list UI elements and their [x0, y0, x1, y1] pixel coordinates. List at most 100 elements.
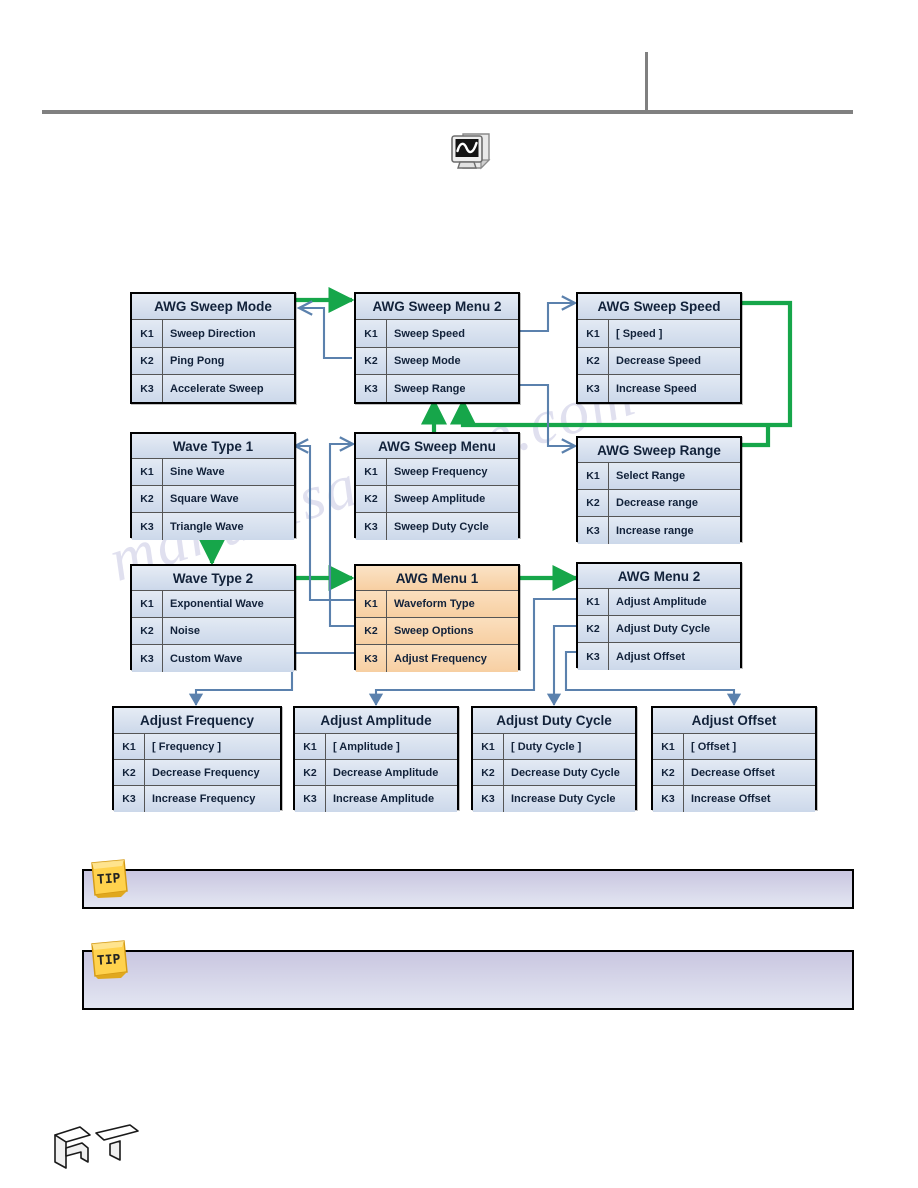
menu-row[interactable]: K2 Sweep Mode [356, 348, 518, 375]
menu-row[interactable]: K3 Adjust Offset [578, 643, 740, 670]
menu-row-key: K3 [132, 513, 163, 540]
menu-row[interactable]: K1 [ Frequency ] [114, 734, 280, 760]
menu-box-adjust-amplitude[interactable]: Adjust Amplitude K1 [ Amplitude ] K2 Dec… [293, 706, 459, 812]
menu-box-title: AWG Sweep Range [578, 438, 740, 463]
menu-box-awg-menu-1[interactable]: AWG Menu 1 K1 Waveform Type K2 Sweep Opt… [354, 564, 520, 672]
menu-row-key: K2 [114, 760, 145, 785]
svg-text:TIP: TIP [97, 871, 122, 888]
menu-row-key: K1 [473, 734, 504, 759]
menu-row-key: K2 [132, 348, 163, 374]
menu-row[interactable]: K1 [ Amplitude ] [295, 734, 457, 760]
menu-row[interactable]: K3 Increase Speed [578, 375, 740, 402]
menu-row-key: K1 [578, 463, 609, 489]
menu-box-awg-sweep-menu[interactable]: AWG Sweep Menu K1 Sweep Frequency K2 Swe… [354, 432, 520, 540]
menu-row-label: Triangle Wave [170, 520, 244, 533]
menu-row[interactable]: K2 Decrease range [578, 490, 740, 517]
menu-row[interactable]: K1 Sweep Frequency [356, 459, 518, 486]
menu-row[interactable]: K2 Decrease Duty Cycle [473, 760, 635, 786]
menu-row-key: K2 [578, 616, 609, 642]
menu-row[interactable]: K1 Select Range [578, 463, 740, 490]
menu-row[interactable]: K1 [ Offset ] [653, 734, 815, 760]
menu-row[interactable]: K1 Sweep Direction [132, 320, 294, 348]
menu-row-key: K1 [356, 591, 387, 617]
menu-row-label: Exponential Wave [170, 598, 264, 610]
menu-box-title: AWG Menu 1 [356, 566, 518, 591]
menu-row[interactable]: K3 Increase Duty Cycle [473, 786, 635, 812]
menu-box-title: Wave Type 1 [132, 434, 294, 459]
menu-row[interactable]: K3 Custom Wave [132, 645, 294, 672]
menu-row[interactable]: K3 Increase Offset [653, 786, 815, 812]
menu-row-label: Sweep Mode [394, 355, 461, 367]
menu-row-key: K1 [356, 459, 387, 485]
menu-row[interactable]: K3 Accelerate Sweep [132, 375, 294, 402]
menu-row-label: Decrease Offset [691, 766, 775, 779]
menu-row-key: K3 [578, 375, 609, 402]
menu-row[interactable]: K3 Sweep Range [356, 375, 518, 402]
menu-row[interactable]: K2 Sweep Options [356, 618, 518, 645]
menu-row[interactable]: K2 Sweep Amplitude [356, 486, 518, 513]
menu-row-label: Accelerate Sweep [170, 382, 264, 395]
menu-row-key: K1 [578, 589, 609, 615]
menu-box-title: Adjust Frequency [114, 708, 280, 734]
rt-logo [52, 1122, 144, 1170]
menu-box-awg-sweep-speed[interactable]: AWG Sweep Speed K1 [ Speed ] K2 Decrease… [576, 292, 742, 404]
menu-row[interactable]: K1 [ Duty Cycle ] [473, 734, 635, 760]
menu-row-key: K1 [132, 320, 163, 347]
menu-row[interactable]: K2 Adjust Duty Cycle [578, 616, 740, 643]
menu-row[interactable]: K2 Noise [132, 618, 294, 645]
menu-row[interactable]: K1 Exponential Wave [132, 591, 294, 618]
menu-row[interactable]: K2 Decrease Offset [653, 760, 815, 786]
menu-row-label: Sweep Range [394, 382, 466, 395]
menu-row-key: K1 [114, 734, 145, 759]
menu-row-label: Sweep Frequency [394, 466, 488, 478]
menu-box-title: AWG Sweep Mode [132, 294, 294, 320]
menu-row[interactable]: K3 Increase Frequency [114, 786, 280, 812]
menu-box-adjust-duty-cycle[interactable]: Adjust Duty Cycle K1 [ Duty Cycle ] K2 D… [471, 706, 637, 812]
menu-row[interactable]: K2 Ping Pong [132, 348, 294, 375]
menu-row[interactable]: K1 Sine Wave [132, 459, 294, 486]
menu-row-key: K3 [473, 786, 504, 812]
menu-row-key: K1 [295, 734, 326, 759]
menu-row[interactable]: K3 Increase Amplitude [295, 786, 457, 812]
menu-row-key: K3 [578, 643, 609, 670]
menu-row-key: K3 [132, 645, 163, 672]
menu-row[interactable]: K1 Waveform Type [356, 591, 518, 618]
menu-box-adjust-frequency[interactable]: Adjust Frequency K1 [ Frequency ] K2 Dec… [112, 706, 282, 812]
menu-row[interactable]: K3 Increase range [578, 517, 740, 544]
menu-box-adjust-offset[interactable]: Adjust Offset K1 [ Offset ] K2 Decrease … [651, 706, 817, 812]
menu-row[interactable]: K1 [ Speed ] [578, 320, 740, 348]
menu-box-wave-type-1[interactable]: Wave Type 1 K1 Sine Wave K2 Square Wave … [130, 432, 296, 540]
menu-row[interactable]: K2 Decrease Speed [578, 348, 740, 375]
menu-box-title: AWG Sweep Menu 2 [356, 294, 518, 320]
menu-box-awg-sweep-range[interactable]: AWG Sweep Range K1 Select Range K2 Decre… [576, 436, 742, 544]
menu-row[interactable]: K2 Square Wave [132, 486, 294, 513]
menu-row-label: [ Frequency ] [152, 740, 222, 753]
menu-row-key: K2 [356, 618, 387, 644]
menu-row[interactable]: K2 Decrease Frequency [114, 760, 280, 786]
menu-row[interactable]: K3 Adjust Frequency [356, 645, 518, 672]
menu-row-label: Custom Wave [170, 652, 243, 665]
menu-row-label: Decrease Amplitude [333, 766, 439, 779]
tip-note-icon-1: TIP [88, 857, 130, 899]
menu-box-title: AWG Sweep Menu [356, 434, 518, 459]
menu-box-awg-menu-2[interactable]: AWG Menu 2 K1 Adjust Amplitude K2 Adjust… [576, 562, 742, 670]
menu-row-key: K2 [132, 618, 163, 644]
menu-row-label: Increase Offset [691, 793, 771, 805]
menu-row-label: Decrease Duty Cycle [511, 766, 620, 779]
menu-row-key: K2 [473, 760, 504, 785]
menu-row-label: [ Offset ] [691, 740, 737, 753]
menu-box-awg-sweep-menu-2[interactable]: AWG Sweep Menu 2 K1 Sweep Speed K2 Sweep… [354, 292, 520, 404]
menu-row-label: Increase Amplitude [333, 793, 435, 805]
menu-row-key: K1 [653, 734, 684, 759]
menu-row-key: K3 [295, 786, 326, 812]
menu-row[interactable]: K3 Triangle Wave [132, 513, 294, 540]
menu-row[interactable]: K2 Decrease Amplitude [295, 760, 457, 786]
menu-row[interactable]: K1 Sweep Speed [356, 320, 518, 348]
menu-row[interactable]: K3 Sweep Duty Cycle [356, 513, 518, 540]
menu-row-label: Waveform Type [394, 598, 475, 610]
menu-box-title: Adjust Amplitude [295, 708, 457, 734]
menu-box-wave-type-2[interactable]: Wave Type 2 K1 Exponential Wave K2 Noise… [130, 564, 296, 672]
menu-row-key: K3 [114, 786, 145, 812]
menu-box-awg-sweep-mode[interactable]: AWG Sweep Mode K1 Sweep Direction K2 Pin… [130, 292, 296, 404]
menu-row[interactable]: K1 Adjust Amplitude [578, 589, 740, 616]
